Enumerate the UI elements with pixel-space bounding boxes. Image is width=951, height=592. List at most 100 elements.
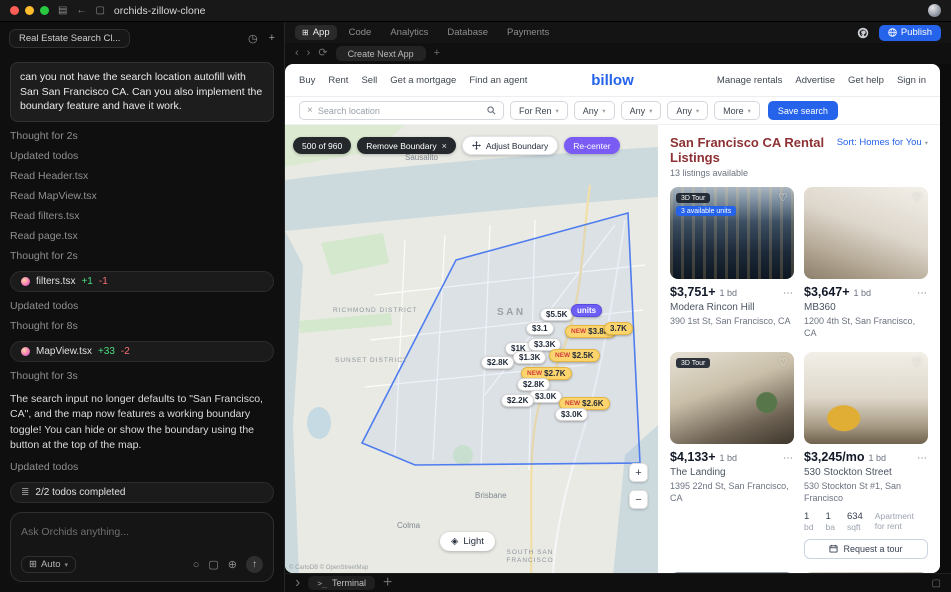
send-button[interactable]: ↑: [246, 556, 263, 573]
tab-payments[interactable]: Payments: [500, 25, 556, 40]
filter-beds[interactable]: Any ▾: [620, 101, 662, 120]
minimize-window-icon[interactable]: [25, 6, 34, 15]
file-edit-pill[interactable]: filters.tsx +1 -1: [10, 271, 274, 293]
search-input[interactable]: [317, 105, 482, 116]
filter-price[interactable]: Any ▾: [573, 101, 615, 120]
sidebar-toggle-icon[interactable]: ▤: [58, 5, 67, 16]
nav-manage-rentals[interactable]: Manage rentals: [717, 75, 782, 86]
nav-advertise[interactable]: Advertise: [795, 75, 835, 86]
todos-completed-pill[interactable]: ≣ 2/2 todos completed: [10, 481, 274, 503]
preview-tab[interactable]: Create Next App: [335, 46, 426, 61]
request-tour-button[interactable]: Request a tour: [804, 538, 928, 559]
sort-dropdown[interactable]: Sort: Homes for You ▾: [837, 137, 928, 148]
clear-search-icon[interactable]: ×: [307, 105, 313, 116]
nav-mortgage[interactable]: Get a mortgage: [390, 75, 456, 86]
maximize-window-icon[interactable]: [40, 6, 49, 15]
listing-card[interactable]: ♡: [804, 571, 928, 573]
card-menu-icon[interactable]: ⋯: [783, 453, 794, 464]
map-price-marker[interactable]: $3.0K: [529, 390, 563, 403]
adjust-boundary-button[interactable]: Adjust Boundary: [461, 136, 559, 155]
attach-icon[interactable]: ⊕: [228, 558, 237, 571]
terminal-tab[interactable]: >_ Terminal: [308, 576, 375, 590]
favorite-icon[interactable]: ♡: [912, 356, 922, 369]
nav-agent[interactable]: Find an agent: [469, 75, 527, 86]
map-price-marker[interactable]: $3.1: [526, 322, 554, 335]
nav-get-help[interactable]: Get help: [848, 75, 884, 86]
card-menu-icon[interactable]: ⋯: [783, 288, 794, 299]
listing-card[interactable]: 3D Tour 3 available units ♡ $3,751+ 1 bd…: [670, 187, 794, 327]
history-icon[interactable]: ◷: [248, 32, 258, 45]
file-edit-pill[interactable]: MapView.tsx +33 -2: [10, 341, 274, 363]
nav-rent[interactable]: Rent: [328, 75, 348, 86]
github-icon[interactable]: [857, 27, 869, 39]
new-tab-icon[interactable]: +: [434, 48, 440, 59]
voice-icon[interactable]: ○: [193, 559, 200, 571]
model-selector[interactable]: ⊞ Auto ▾: [21, 556, 77, 573]
favorite-icon[interactable]: ♡: [778, 356, 788, 369]
save-search-button[interactable]: Save search: [767, 101, 838, 120]
tab-code[interactable]: Code: [342, 25, 379, 40]
listing-card[interactable]: 3D Tour ♡ $4,133+ 1 bd ⋯ The Landing 139…: [670, 352, 794, 504]
chat-tab[interactable]: Real Estate Search Cl...: [9, 29, 131, 48]
favorite-icon[interactable]: ♡: [778, 191, 788, 204]
listing-photo[interactable]: ♡: [804, 352, 928, 445]
panel-toggle-icon[interactable]: ▢: [932, 578, 941, 589]
listing-card[interactable]: 3D Tour ♡: [670, 571, 794, 573]
forward-icon[interactable]: ›: [307, 48, 311, 59]
user-avatar[interactable]: [928, 4, 941, 17]
listing-photo[interactable]: 3D Tour ♡: [670, 571, 794, 573]
filter-for-rent[interactable]: For Ren ▾: [510, 101, 568, 120]
map-price-marker[interactable]: $1.3K: [513, 351, 547, 364]
listing-card[interactable]: ♡ $3,245/mo 1 bd ⋯ 530 Stockton Street 5…: [804, 352, 928, 559]
map-price-marker[interactable]: $2.2K: [501, 394, 535, 407]
card-menu-icon[interactable]: ⋯: [917, 453, 928, 464]
nav-sell[interactable]: Sell: [361, 75, 377, 86]
tab-analytics[interactable]: Analytics: [383, 25, 435, 40]
log-thought[interactable]: Thought for 2s: [10, 130, 274, 142]
favorite-icon[interactable]: ♡: [912, 191, 922, 204]
log-thought[interactable]: Thought for 2s: [10, 250, 274, 262]
log-thought[interactable]: Thought for 3s: [10, 370, 274, 382]
close-icon[interactable]: ×: [442, 141, 447, 151]
refresh-icon[interactable]: ⟳: [318, 48, 327, 59]
map-price-marker[interactable]: 3.7K: [604, 322, 633, 335]
back-icon[interactable]: ‹: [295, 48, 299, 59]
map-price-marker[interactable]: $2.8K: [481, 356, 515, 369]
search-icon[interactable]: [487, 106, 496, 115]
tab-app[interactable]: ⊞ App: [295, 25, 337, 40]
zoom-in-button[interactable]: +: [629, 463, 648, 482]
close-window-icon[interactable]: [10, 6, 19, 15]
chat-input[interactable]: [21, 526, 263, 538]
nav-sign-in[interactable]: Sign in: [897, 75, 926, 86]
new-chat-button[interactable]: +: [269, 32, 275, 45]
map-price-marker[interactable]: NEW $2.5K: [549, 349, 600, 362]
recenter-button[interactable]: Re-center: [564, 137, 620, 154]
card-menu-icon[interactable]: ⋯: [917, 288, 928, 299]
chat-composer[interactable]: ⊞ Auto ▾ ○ ▢ ⊕ ↑: [10, 512, 274, 582]
back-icon[interactable]: ←: [76, 5, 86, 16]
tab-database[interactable]: Database: [440, 25, 495, 40]
listing-card[interactable]: ♡ $3,647+ 1 bd ⋯ MB360 1200 4th St, San …: [804, 187, 928, 339]
new-terminal-icon[interactable]: +: [383, 574, 392, 592]
listing-photo[interactable]: ♡: [804, 187, 928, 279]
listing-photo[interactable]: 3D Tour ♡: [670, 352, 794, 445]
tabs-icon[interactable]: ▢: [95, 5, 104, 16]
map-style-toggle[interactable]: ◈ Light: [440, 532, 495, 551]
map-units-marker[interactable]: units: [571, 304, 603, 317]
filter-more[interactable]: More ▾: [714, 101, 760, 120]
chevron-icon[interactable]: ›: [295, 574, 300, 592]
listing-photo[interactable]: ♡: [804, 571, 928, 573]
map-view[interactable]: 500 of 960 Remove Boundary × Adjust Boun…: [285, 125, 658, 573]
map-price-marker[interactable]: $5.5K: [540, 308, 574, 321]
traffic-lights[interactable]: [10, 6, 49, 15]
zoom-out-button[interactable]: −: [629, 490, 648, 509]
publish-button[interactable]: Publish: [878, 24, 941, 41]
screenshot-icon[interactable]: ▢: [208, 558, 218, 571]
listing-photo[interactable]: 3D Tour 3 available units ♡: [670, 187, 794, 279]
filter-type[interactable]: Any ▾: [667, 101, 709, 120]
location-searchbox[interactable]: ×: [299, 101, 504, 120]
nav-buy[interactable]: Buy: [299, 75, 315, 86]
remove-boundary-button[interactable]: Remove Boundary ×: [357, 137, 456, 154]
map-price-marker[interactable]: $3.0K: [555, 408, 589, 421]
log-thought[interactable]: Thought for 8s: [10, 320, 274, 332]
